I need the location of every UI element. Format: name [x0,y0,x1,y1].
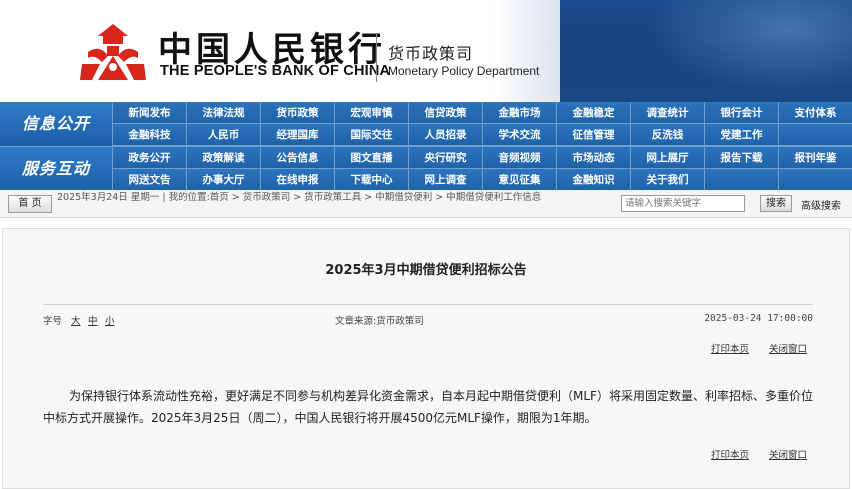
nav-service-item[interactable]: 意见征集 [482,169,556,191]
print-page-link[interactable]: 打印本页 [711,341,749,355]
font-size-small-link[interactable]: 小 [105,313,115,327]
nav-info-item[interactable]: 人员招录 [408,124,482,146]
font-size-label: 字号 [43,316,63,327]
nav-section-label-service: 服务互动 [0,147,112,191]
advanced-search-link[interactable]: 高级搜索 [801,197,841,212]
pboc-emblem-icon[interactable] [78,22,148,84]
article-date: 2025-03-24 17:00:00 [704,313,813,324]
nav-info-item[interactable]: 支付体系 [778,102,852,124]
nav-service-item[interactable]: 网上调查 [408,169,482,191]
nav-service-item[interactable]: 图文直播 [334,147,408,169]
nav-service-item[interactable]: 网送文告 [112,169,186,191]
header-glow [620,0,852,102]
nav-info-item[interactable]: 调查统计 [630,102,704,124]
close-window-link[interactable]: 关闭窗口 [769,447,807,461]
nav-service-item[interactable]: 音频视频 [482,147,556,169]
nav-service-blank-cell [704,169,778,191]
title-divider [43,304,813,305]
nav-service-item[interactable]: 政务公开 [112,147,186,169]
print-page-link[interactable]: 打印本页 [711,447,749,461]
nav-service-item[interactable]: 政策解读 [186,147,260,169]
nav-info-item[interactable]: 货币政策 [260,102,334,124]
nav-info-item[interactable]: 金融科技 [112,124,186,146]
main-nav: 信息公开 新闻发布 法律法规 货币政策 宏观审慎 信贷政策 金融市场 金融稳定 调查统计 银行会… [0,102,852,191]
department-name-cn: 货币政策司 [388,44,474,63]
nav-service-item[interactable]: 市场动态 [556,147,630,169]
nav-section-label-info: 信息公开 [0,102,112,146]
search-button[interactable]: 搜索 [760,195,792,212]
nav-service-item[interactable]: 报告下载 [704,147,778,169]
nav-info-item[interactable]: 新闻发布 [112,102,186,124]
nav-info-item[interactable]: 信贷政策 [408,102,482,124]
nav-info-item[interactable]: 金融稳定 [556,102,630,124]
article-tools-bottom: 打印本页 关闭窗口 [613,447,813,461]
nav-info-item[interactable]: 人民币 [186,124,260,146]
nav-info-item[interactable]: 经理国库 [260,124,334,146]
nav-info-item[interactable]: 征信管理 [556,124,630,146]
nav-service-item[interactable]: 网上展厅 [630,147,704,169]
article-panel: 2025年3月中期借贷便利招标公告 字号 大 中 小 文章来源:货币政策司 20… [2,228,850,489]
nav-info-item[interactable]: 学术交流 [482,124,556,146]
article-meta: 字号 大 中 小 文章来源:货币政策司 2025-03-24 17:00:00 [43,311,813,329]
nav-service-item[interactable]: 金融知识 [556,169,630,191]
nav-service-item[interactable]: 央行研究 [408,147,482,169]
nav-info-item[interactable]: 国际交往 [334,124,408,146]
nav-service-blank-cell [778,169,852,191]
site-header: 中国人民银行 THE PEOPLE'S BANK OF CHINA 货币政策司 … [0,0,852,102]
nav-info-item[interactable]: 法律法规 [186,102,260,124]
header-divider [376,34,377,82]
nav-info-item[interactable]: 金融市场 [482,102,556,124]
breadcrumb: 2025年3月24日 星期一 | 我的位置:首页 > 货币政策司 > 货币政策工… [57,192,542,203]
nav-info-item[interactable]: 宏观审慎 [334,102,408,124]
nav-info-item[interactable]: 银行会计 [704,102,778,124]
font-size-medium-link[interactable]: 中 [88,313,98,327]
nav-info-blank-cell [778,124,852,146]
nav-service-item[interactable]: 办事大厅 [186,169,260,191]
home-button[interactable]: 首 页 [8,195,52,213]
close-window-link[interactable]: 关闭窗口 [769,341,807,355]
page-title: 2025年3月中期借贷便利招标公告 [325,263,527,278]
nav-service-item[interactable]: 公告信息 [260,147,334,169]
article-body: 为保持银行体系流动性充裕，更好满足不同参与机构差异化资金需求，自本月起中期借贷便… [43,389,813,425]
nav-service-item[interactable]: 下载中心 [334,169,408,191]
nav-grid-info: 新闻发布 法律法规 货币政策 宏观审慎 信贷政策 金融市场 金融稳定 调查统计 银行会计 支付体系… [112,102,852,146]
article-tools-top: 打印本页 关闭窗口 [613,341,813,355]
page: 中国人民银行 THE PEOPLE'S BANK OF CHINA 货币政策司 … [0,0,852,489]
nav-service-item[interactable]: 关于我们 [630,169,704,191]
nav-info-item[interactable]: 党建工作 [704,124,778,146]
bank-name-en: THE PEOPLE'S BANK OF CHINA [160,63,391,79]
nav-band-info: 信息公开 新闻发布 法律法规 货币政策 宏观审慎 信贷政策 金融市场 金融稳定 调查统计 银行会… [0,102,852,146]
nav-grid-service: 政务公开 政策解读 公告信息 图文直播 央行研究 音频视频 市场动态 网上展厅 报告下载 报刊年鉴… [112,147,852,191]
font-size-large-link[interactable]: 大 [71,313,81,327]
nav-info-item[interactable]: 反洗钱 [630,124,704,146]
nav-band-service: 服务互动 政务公开 政策解读 公告信息 图文直播 央行研究 音频视频 市场动态 网上展厅 报告下… [0,146,852,191]
breadcrumb-bar: 首 页 2025年3月24日 星期一 | 我的位置:首页 > 货币政策司 > 货… [0,190,852,218]
search-input[interactable] [621,195,745,212]
nav-service-item[interactable]: 报刊年鉴 [778,147,852,169]
department-name-en: Monetary Policy Department [388,64,540,78]
nav-service-item[interactable]: 在线申报 [260,169,334,191]
article-source: 文章来源:货币政策司 [335,316,424,327]
